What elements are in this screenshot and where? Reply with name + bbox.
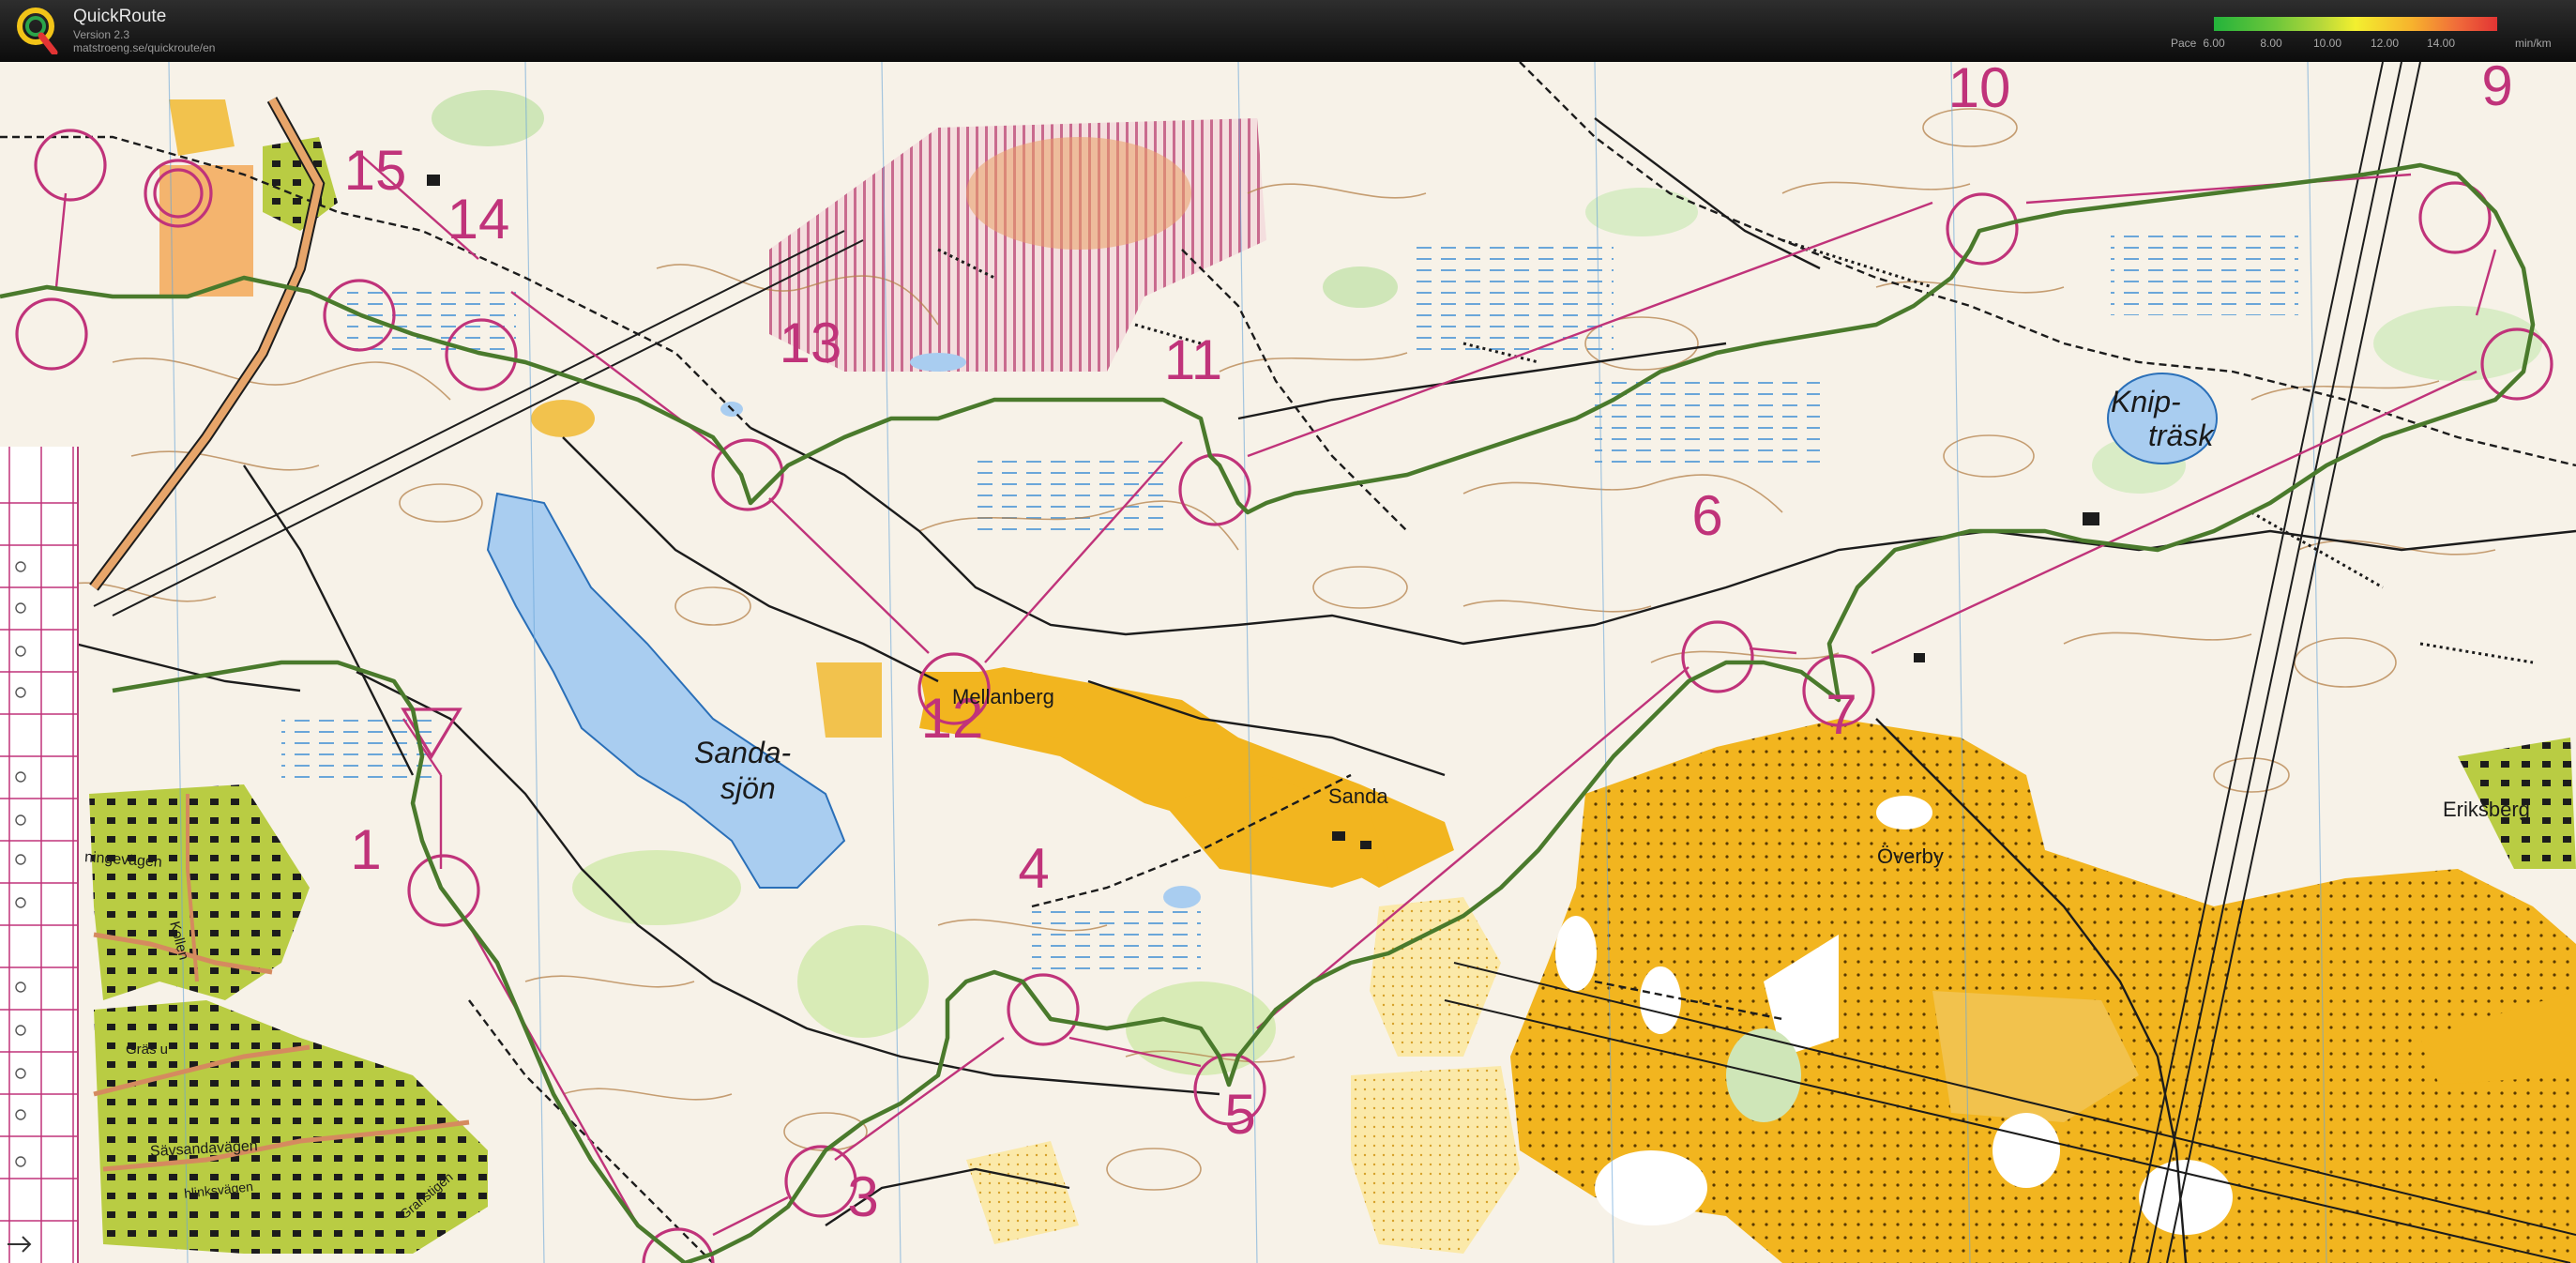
place-name-overby: Överby (1877, 845, 1944, 868)
control-number: 13 (779, 312, 842, 374)
control-number: 1 (350, 818, 382, 881)
map-graphics (0, 62, 2576, 1263)
control-number: 10 (1947, 62, 2011, 119)
pace-tick: 8.00 (2260, 37, 2282, 50)
pace-tick: 6.00 (2203, 37, 2225, 50)
control-number: 4 (1018, 837, 1050, 900)
control-number: 15 (343, 139, 407, 202)
pace-tick: 10.00 (2312, 37, 2342, 50)
control-number: 7 (1826, 683, 1857, 746)
place-name-sanda: Sanda (1328, 784, 1388, 808)
control-number: 9 (2481, 62, 2513, 117)
quickroute-logo-icon (17, 8, 58, 54)
place-name-eriksberg: Eriksberg (2443, 798, 2530, 821)
lake-name-sandasjon-line1: Sanda- (694, 736, 792, 769)
map-side-panel (0, 447, 79, 1263)
app-title: QuickRoute (73, 7, 167, 26)
lake-name-kniptrask-line1: Knip- (2111, 385, 2181, 418)
pace-tick: 14.00 (2426, 37, 2456, 50)
road-label: Gräs u (126, 1042, 169, 1058)
app-titlebar: QuickRoute Version 2.3 matstroeng.se/qui… (0, 0, 2576, 63)
lake-name-sandasjon-line2: sjön (720, 771, 776, 805)
control-number: 5 (1224, 1083, 1256, 1146)
orienteering-map[interactable]: 1 3 4 5 6 7 9 10 11 12 13 14 15 Mellanbe… (0, 62, 2576, 1263)
control-number: 11 (1163, 328, 1223, 391)
pace-tick: 12.00 (2370, 37, 2400, 50)
legend-grid (0, 447, 77, 1263)
pace-legend-label: Pace (2171, 37, 2197, 50)
control-number: 3 (847, 1165, 879, 1228)
control-number: 6 (1691, 484, 1723, 547)
pace-color-scale (2214, 17, 2497, 31)
place-name-mellanberg: Mellanberg (952, 685, 1054, 708)
control-number: 14 (447, 188, 510, 251)
pace-legend: Pace 6.00 8.00 10.00 12.00 14.00 min/km (2158, 13, 2561, 54)
app-version: Version 2.3 (73, 28, 130, 41)
app-url[interactable]: matstroeng.se/quickroute/en (73, 41, 215, 54)
pace-unit: min/km (2515, 37, 2552, 50)
lake-name-kniptrask-line2: träsk (2148, 418, 2214, 452)
